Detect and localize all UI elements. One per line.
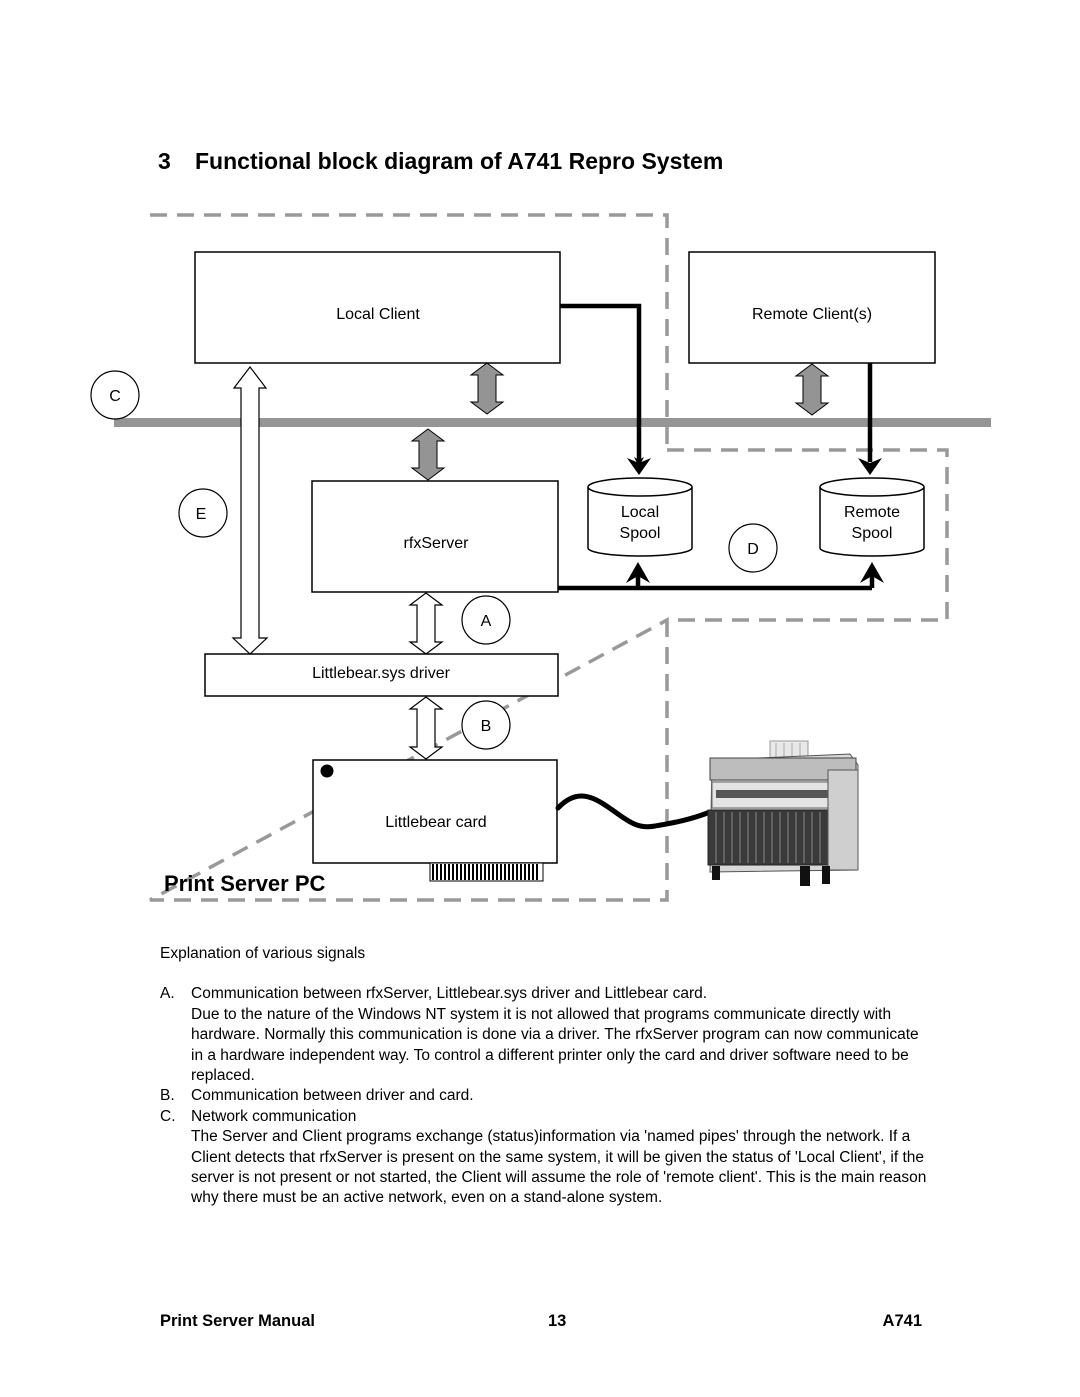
remote-client-network-arrow	[794, 363, 830, 416]
local-client-network-arrow	[469, 362, 505, 415]
remote-spool-label-line2: Spool	[852, 525, 893, 542]
signal-b-arrow	[408, 696, 444, 760]
local-spool-cylinder: Local Spool	[587, 477, 693, 557]
item-letter: A.	[160, 985, 175, 1003]
rfxserver-to-spools-line	[558, 570, 875, 591]
card-block	[312, 759, 558, 864]
signal-a-marker: A	[461, 595, 511, 645]
signal-a-label: A	[481, 613, 492, 630]
explanation-intro: Explanation of various signals	[160, 945, 366, 962]
remote-clients-label: Remote Client(s)	[752, 306, 872, 323]
footer-page-number: 13	[548, 1312, 567, 1330]
explanation-item-b: B. Communication between driver and card…	[160, 1086, 930, 1106]
local-client-to-local-spool-arrow	[560, 303, 644, 467]
item-title: Network communication	[191, 1107, 357, 1125]
signal-c-marker: C	[90, 370, 140, 420]
printer-icon	[707, 740, 859, 886]
item-title: Communication between rfxServer, Littleb…	[191, 985, 708, 1003]
print-server-pc-label: Print Server PC	[164, 871, 326, 896]
footer-manual-title: Print Server Manual	[160, 1312, 315, 1330]
rfxserver-network-arrow	[410, 428, 446, 481]
card-edge-connector-icon	[429, 862, 544, 882]
remote-spool-label-line1: Remote	[844, 504, 900, 521]
signal-b-label: B	[481, 718, 492, 735]
signal-e-arrow	[231, 366, 269, 655]
signal-a-arrow	[408, 592, 444, 655]
block-diagram: Local Client Remote Client(s) rfxServer …	[90, 213, 991, 902]
item-detail: The Server and Client programs exchange …	[191, 1128, 927, 1207]
item-letter: B.	[160, 1087, 175, 1105]
remote-spool-cylinder: Remote Spool	[819, 477, 925, 557]
local-spool-label-line1: Local	[621, 504, 659, 521]
signal-explanations: Explanation of various signals A. Commun…	[160, 944, 930, 1209]
footer-model: A741	[882, 1312, 922, 1330]
explanation-item-c: C. Network communication The Server and …	[160, 1107, 930, 1209]
local-spool-label-line2: Spool	[620, 525, 661, 542]
signal-d-marker: D	[728, 523, 778, 573]
signal-e-label: E	[196, 506, 207, 523]
card-led-icon	[320, 764, 334, 778]
item-title: Communication between driver and card.	[191, 1087, 474, 1105]
printer-cable	[555, 793, 713, 830]
signal-e-marker: E	[178, 488, 228, 538]
signal-c-label: C	[109, 388, 121, 405]
signal-b-marker: B	[461, 700, 511, 750]
item-letter: C.	[160, 1107, 176, 1125]
card-label: Littlebear card	[385, 814, 486, 831]
driver-label: Littlebear.sys driver	[312, 665, 451, 682]
explanation-item-a: A. Communication between rfxServer, Litt…	[160, 984, 930, 1086]
local-client-label: Local Client	[336, 306, 420, 323]
item-detail: Due to the nature of the Windows NT syst…	[191, 1005, 919, 1085]
rfxserver-label: rfxServer	[404, 535, 470, 552]
signal-d-label: D	[747, 541, 759, 558]
